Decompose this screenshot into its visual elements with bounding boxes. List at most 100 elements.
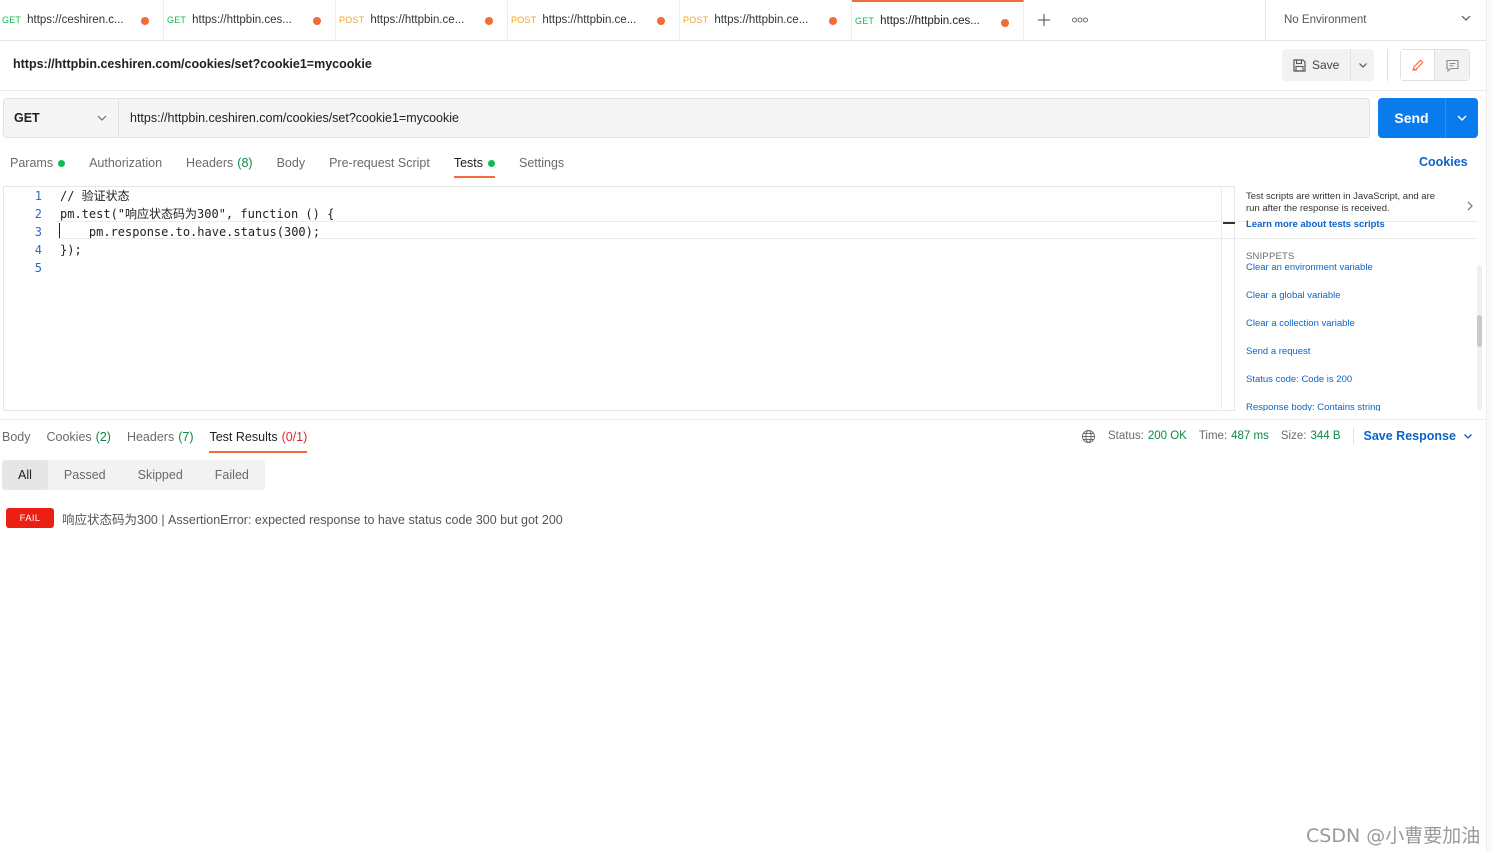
chevron-down-icon	[1461, 15, 1471, 21]
tab-count: (0/1)	[281, 430, 308, 444]
active-dot-icon	[58, 159, 66, 167]
request-tab[interactable]: POST https://httpbin.ce...	[680, 0, 852, 40]
filter-skipped[interactable]: Skipped	[122, 460, 199, 490]
tab-url: https://httpbin.ces...	[880, 15, 980, 27]
snippet-link[interactable]: Clear a collection variable	[1246, 318, 1476, 346]
test-script-editor[interactable]: 1 2 3 4 5 // 验证状态 pm.test("响应状态码为300", f…	[3, 186, 1235, 411]
line-number: 5	[34, 261, 42, 275]
code-line: });	[60, 243, 82, 257]
request-title[interactable]: https://httpbin.ceshiren.com/cookies/set…	[13, 57, 372, 71]
chevron-down-icon	[1358, 63, 1367, 68]
filter-failed[interactable]: Failed	[199, 460, 265, 490]
tab-params[interactable]: Params	[10, 148, 66, 178]
tab-response-body[interactable]: Body	[2, 422, 31, 452]
save-label: Save	[1312, 58, 1340, 72]
size-value[interactable]: 344 B	[1310, 430, 1340, 442]
line-gutter: 1 2 3 4 5	[4, 187, 48, 410]
tab-pre-request-script[interactable]: Pre-request Script	[329, 148, 430, 178]
line-number: 4	[34, 243, 42, 257]
request-tab-bar: GET https://ceshiren.c... GET https://ht…	[0, 0, 1486, 41]
tab-label: Headers	[126, 430, 175, 444]
tab-test-results[interactable]: Test Results (0/1)	[209, 422, 308, 453]
request-tabs: Params Authorization Headers (8) Body Pr…	[10, 148, 588, 178]
tab-response-headers[interactable]: Headers (7)	[127, 422, 194, 452]
unsaved-dot-icon	[1001, 19, 1009, 27]
chevron-down-icon	[97, 115, 107, 121]
send-options-button[interactable]	[1445, 98, 1478, 138]
url-bar: GET	[3, 98, 1370, 138]
request-tab[interactable]: POST https://httpbin.ce...	[336, 0, 508, 40]
filter-passed[interactable]: Passed	[48, 460, 122, 490]
edit-mode-button[interactable]	[1401, 50, 1435, 80]
chevron-down-icon	[1457, 115, 1467, 121]
tab-label: Settings	[519, 156, 565, 170]
tab-settings[interactable]: Settings	[519, 148, 564, 178]
snippet-link[interactable]: Response body: Contains string	[1246, 402, 1476, 411]
tab-method: POST	[511, 15, 537, 25]
pencil-icon	[1412, 59, 1424, 71]
comments-button[interactable]	[1435, 50, 1469, 80]
test-result-text: 响应状态码为300 | AssertionError: expected res…	[62, 512, 563, 527]
unsaved-dot-icon	[485, 17, 493, 25]
tab-label: Headers	[186, 156, 234, 170]
result-filter: All Passed Skipped Failed	[2, 460, 265, 490]
help-panel-scrollbar[interactable]	[1477, 265, 1482, 410]
filter-all[interactable]: All	[2, 460, 48, 490]
status-label: Status:	[1108, 430, 1144, 442]
save-button[interactable]: Save	[1282, 49, 1350, 81]
globe-icon[interactable]	[1081, 429, 1096, 444]
tab-label: Body	[276, 156, 306, 170]
cookies-link[interactable]: Cookies	[1419, 155, 1468, 169]
method-label: GET	[14, 111, 40, 125]
save-button-group: Save	[1282, 49, 1374, 81]
status-value[interactable]: 200 OK	[1148, 430, 1187, 442]
tab-response-cookies[interactable]: Cookies (2)	[47, 422, 111, 452]
save-icon	[1293, 58, 1306, 72]
tab-method: POST	[339, 15, 365, 25]
editor-scrollbar[interactable]	[1221, 186, 1235, 411]
help-panel: Test scripts are written in JavaScript, …	[1246, 186, 1476, 411]
snippet-link[interactable]: Clear a global variable	[1246, 290, 1476, 318]
tab-label: Test Results	[209, 430, 278, 444]
tab-method: GET	[855, 16, 875, 26]
save-response-label: Save Response	[1363, 429, 1456, 443]
ellipsis-icon[interactable]	[1064, 0, 1096, 40]
tab-body[interactable]: Body	[277, 148, 306, 178]
tab-url: https://httpbin.ce...	[542, 14, 637, 26]
comment-icon	[1445, 59, 1459, 72]
tab-url: https://httpbin.ce...	[714, 14, 809, 26]
send-button[interactable]: Send	[1378, 98, 1445, 138]
request-tab-active[interactable]: GET https://httpbin.ces...	[852, 0, 1024, 40]
request-tab[interactable]: GET https://ceshiren.c...	[0, 0, 164, 40]
scroll-thumb[interactable]	[1477, 315, 1482, 347]
test-result-row: FAIL 响应状态码为300 | AssertionError: expecte…	[6, 508, 563, 528]
time-value[interactable]: 487 ms	[1231, 430, 1269, 442]
environment-selector[interactable]: No Environment	[1265, 0, 1486, 40]
scroll-marker	[1223, 222, 1235, 224]
tab-label: Pre-request Script	[329, 156, 430, 170]
line-number: 3	[34, 225, 42, 239]
request-tab[interactable]: POST https://httpbin.ce...	[508, 0, 680, 40]
chevron-right-icon[interactable]	[1465, 200, 1475, 212]
request-tab[interactable]: GET https://httpbin.ces...	[164, 0, 336, 40]
send-button-group: Send	[1378, 98, 1478, 138]
plus-icon[interactable]	[1024, 0, 1064, 40]
save-response-button[interactable]: Save Response	[1364, 429, 1473, 443]
tab-authorization[interactable]: Authorization	[89, 148, 162, 178]
tab-label: Tests	[453, 156, 483, 170]
snippet-link[interactable]: Send a request	[1246, 346, 1476, 374]
method-select[interactable]: GET	[4, 99, 119, 137]
divider	[0, 419, 1486, 420]
learn-more-link[interactable]: Learn more about tests scripts	[1246, 219, 1476, 230]
tab-method: GET	[2, 15, 22, 25]
divider	[0, 90, 1486, 91]
url-input[interactable]	[119, 99, 1369, 137]
snippet-link[interactable]: Clear an environment variable	[1246, 262, 1476, 290]
tab-url: https://httpbin.ce...	[370, 14, 465, 26]
save-options-button[interactable]	[1350, 49, 1374, 81]
snippet-link[interactable]: Status code: Code is 200	[1246, 374, 1476, 402]
active-dot-icon	[488, 159, 495, 167]
tab-url: https://httpbin.ces...	[192, 14, 292, 26]
tab-tests[interactable]: Tests	[453, 148, 496, 178]
tab-headers[interactable]: Headers (8)	[186, 148, 253, 178]
